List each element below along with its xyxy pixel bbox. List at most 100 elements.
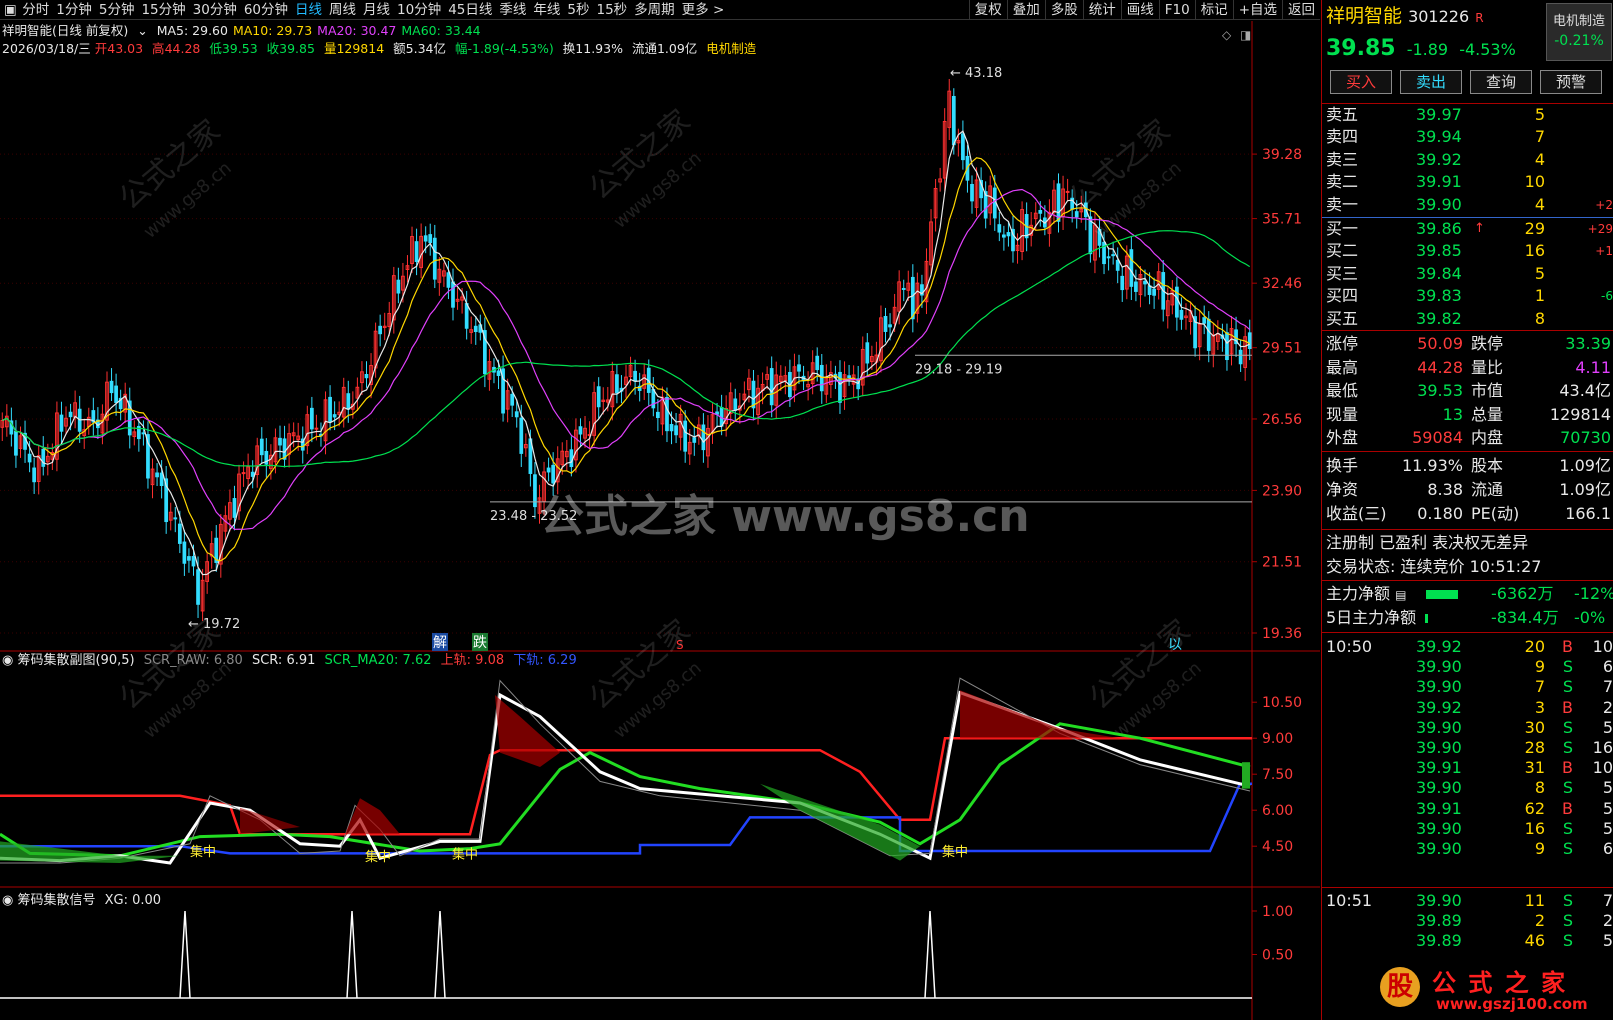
tick-volume: 30 [1524, 717, 1545, 737]
candle-body [314, 427, 319, 430]
arrow-up-icon: ↑ [1474, 221, 1485, 236]
period-tab[interactable]: 日线 [292, 0, 326, 19]
sub1-scr-ma20: SCR_MA20: 7.62 [324, 653, 432, 668]
candle-body [1129, 249, 1134, 287]
trade-state: 交易状态: 连续竞价 10:51:27 [1326, 557, 1542, 576]
tick-count: 2 [1602, 911, 1613, 931]
tool-button[interactable]: +自选 [1232, 0, 1282, 19]
period-tab[interactable]: 45日线 [445, 0, 496, 19]
tick-row: 39.91 31 B 10 [1326, 757, 1613, 779]
candle-body [27, 453, 32, 463]
main-flow-row: 主力净额 ▤ -6362万 -12% [1326, 583, 1613, 605]
book-price: 39.91 [1416, 172, 1462, 192]
tick-count: 6 [1602, 657, 1613, 677]
period-tab[interactable]: 多周期 [631, 0, 679, 19]
sub1-tick-label: 4.50 [1262, 839, 1293, 855]
stat-label: 流通 [1471, 480, 1504, 499]
candle-body [546, 467, 551, 473]
book-row: 买三 39.84 5 [1326, 263, 1613, 285]
candle-body [159, 472, 164, 487]
candle-body [496, 370, 501, 376]
cloud-red [495, 695, 560, 767]
candle-body [364, 374, 369, 379]
tick-row: 39.90 16 S 5 [1326, 818, 1613, 840]
candle-body [1143, 280, 1147, 285]
period-tab[interactable]: 月线 [360, 0, 394, 19]
cloud-red [240, 807, 300, 835]
candle-body [232, 498, 237, 518]
book-label: 买五 [1326, 308, 1359, 328]
tool-button[interactable]: 返回 [1282, 0, 1320, 19]
tool-button[interactable]: 画线 [1120, 0, 1159, 19]
list-icon[interactable]: ▤ [1395, 588, 1406, 602]
stat-value: 1.09亿 [1559, 456, 1611, 475]
period-tab[interactable]: 15分钟 [138, 0, 189, 19]
flow5-bar [1425, 614, 1429, 623]
period-tab[interactable]: 更多 > [678, 0, 728, 19]
tick-side: S [1562, 839, 1573, 858]
period-tab[interactable]: 30分钟 [189, 0, 240, 19]
period-tab[interactable]: 1分钟 [53, 0, 96, 19]
toolbar-icon[interactable]: ▣ [0, 0, 19, 19]
book-volume: 4 [1534, 149, 1545, 169]
book-price: 39.82 [1416, 308, 1462, 328]
tick-volume: 9 [1534, 839, 1545, 858]
chart-area[interactable]: 39.28 35.71 32.46 29.51 26.56 23.90 21.51 19.36… [0, 21, 1320, 1020]
candle-body [1088, 216, 1093, 255]
candle-body [241, 472, 246, 475]
period-tab[interactable]: 15秒 [593, 0, 631, 19]
tool-button[interactable]: 统计 [1082, 0, 1121, 19]
candle-body [951, 95, 956, 146]
candle-body [378, 325, 383, 335]
period-tab[interactable]: 10分钟 [394, 0, 445, 19]
period-tab[interactable]: 周线 [326, 0, 360, 19]
period-tab[interactable]: 分时 [19, 0, 53, 19]
tick-price: 39.90 [1416, 677, 1462, 697]
stat-value: 4.11 [1575, 357, 1611, 377]
tool-button[interactable]: 复权 [968, 0, 1007, 19]
book-price: 39.83 [1416, 286, 1462, 306]
candle-body [596, 386, 601, 408]
candle-body [1206, 318, 1211, 351]
candle-body [847, 375, 851, 379]
period-tab[interactable]: 60分钟 [240, 0, 291, 19]
tool-button[interactable]: F10 [1158, 0, 1195, 19]
candle-body [578, 426, 583, 435]
tick-volume: 31 [1524, 758, 1545, 778]
period-tab[interactable]: 年线 [530, 0, 564, 19]
main-flow-pct: -12% [1574, 584, 1613, 603]
sub2-title-line: ◉ 筹码集散信号 XG: 0.00 [2, 892, 161, 910]
candle-body [191, 556, 196, 567]
tick-side: B [1562, 637, 1573, 656]
trade-button[interactable]: 买入 [1330, 70, 1392, 94]
trade-button[interactable]: 预警 [1540, 70, 1602, 94]
stat-row: 收益(三) 0.180 PE(动) 166.1 [1326, 503, 1613, 525]
candle-body [428, 234, 433, 244]
price-tick-label: 21.51 [1262, 555, 1302, 571]
candle-body [797, 364, 801, 372]
period-tab[interactable]: 季线 [496, 0, 530, 19]
tick-row: 39.90 30 S 5 [1326, 717, 1613, 739]
price-change: -1.89 [1406, 40, 1449, 59]
circle-check-icon[interactable]: ◉ [2, 893, 13, 908]
chart-svg[interactable]: 39.28 35.71 32.46 29.51 26.56 23.90 21.51 19.36… [0, 21, 1320, 1020]
tool-button[interactable]: 叠加 [1006, 0, 1045, 19]
tool-button[interactable]: 多股 [1044, 0, 1083, 19]
book-price: 39.92 [1416, 149, 1462, 169]
trade-button[interactable]: 查询 [1470, 70, 1532, 94]
cloud-red [345, 798, 400, 835]
tick-price: 39.89 [1416, 911, 1462, 931]
period-tab[interactable]: 5分钟 [95, 0, 138, 19]
stat-label: PE(动) [1471, 504, 1520, 523]
book-label: 买一 [1326, 219, 1359, 238]
price-row: 39.85 -1.89 -4.53% [1326, 35, 1613, 63]
trade-button[interactable]: 卖出 [1400, 70, 1462, 94]
tick-volume: 16 [1524, 818, 1545, 838]
period-tab[interactable]: 5秒 [564, 0, 593, 19]
circle-check-icon[interactable]: ◉ [2, 653, 13, 668]
tick-side: S [1562, 931, 1573, 951]
candle-body [883, 315, 888, 332]
stock-code: 301226 [1408, 7, 1470, 26]
tool-button[interactable]: 标记 [1194, 0, 1233, 19]
stat-label: 市值 [1471, 381, 1504, 400]
